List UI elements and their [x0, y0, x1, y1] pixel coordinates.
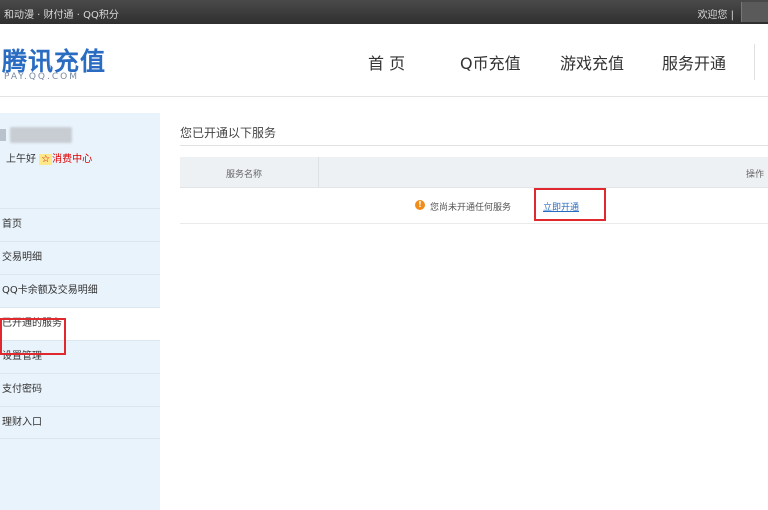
avatar — [0, 129, 6, 141]
sidebar-item-pay-password[interactable]: 支付密码 — [0, 373, 160, 406]
nav-qcoin-recharge[interactable]: Q币充值 — [460, 50, 521, 74]
top-bar-links[interactable]: 和动漫 · 财付通 · QQ积分 — [4, 6, 119, 21]
highlight-box-open-link — [534, 188, 606, 221]
welcome-text: 欢迎您 | — [697, 10, 734, 21]
top-bar: 和动漫 · 财付通 · QQ积分 欢迎您 | — [0, 0, 768, 24]
column-header-action: 操作 — [745, 170, 764, 180]
star-icon: ☆ — [39, 154, 53, 165]
page-title: 您已开通以下服务 — [180, 126, 277, 140]
nav-service-open[interactable]: 服务开通 — [662, 50, 726, 74]
consume-center-link[interactable]: 消费中心 — [52, 154, 92, 165]
title-divider — [180, 145, 768, 146]
top-bar-button[interactable] — [741, 2, 768, 22]
nav-home[interactable]: 首 页 — [368, 50, 405, 74]
nav-game-recharge[interactable]: 游戏充值 — [560, 50, 624, 74]
row-divider — [180, 223, 768, 224]
sidebar-item-transactions[interactable]: 交易明细 — [0, 241, 160, 274]
sidebar: 上午好 ☆ 消费中心 首页 交易明细 QQ卡余额及交易明细 已开通的服务 设置管理… — [0, 113, 160, 510]
nav-divider — [754, 44, 755, 80]
user-info: 上午好 ☆ 消费中心 — [0, 113, 160, 207]
greeting: 上午好 ☆ 消费中心 — [6, 150, 92, 165]
empty-notice: 您尚未开通任何服务 — [430, 203, 512, 213]
greeting-text: 上午好 — [6, 154, 36, 165]
username-blurred — [10, 127, 72, 143]
warning-icon: ! — [415, 200, 425, 210]
sidebar-item-home[interactable]: 首页 — [0, 208, 160, 241]
column-header-service: 服务名称 — [226, 170, 263, 180]
logo-subtitle: PAY.QQ.COM — [4, 72, 80, 82]
sidebar-item-finance[interactable]: 理财入口 — [0, 406, 160, 439]
column-divider — [318, 157, 319, 187]
sidebar-item-qqcard[interactable]: QQ卡余额及交易明细 — [0, 274, 160, 307]
table-header: 服务名称 操作 — [180, 157, 768, 188]
highlight-box-sidebar — [0, 318, 66, 355]
header: 腾讯充值 PAY.QQ.COM 首 页 Q币充值 游戏充值 服务开通 — [0, 24, 768, 97]
